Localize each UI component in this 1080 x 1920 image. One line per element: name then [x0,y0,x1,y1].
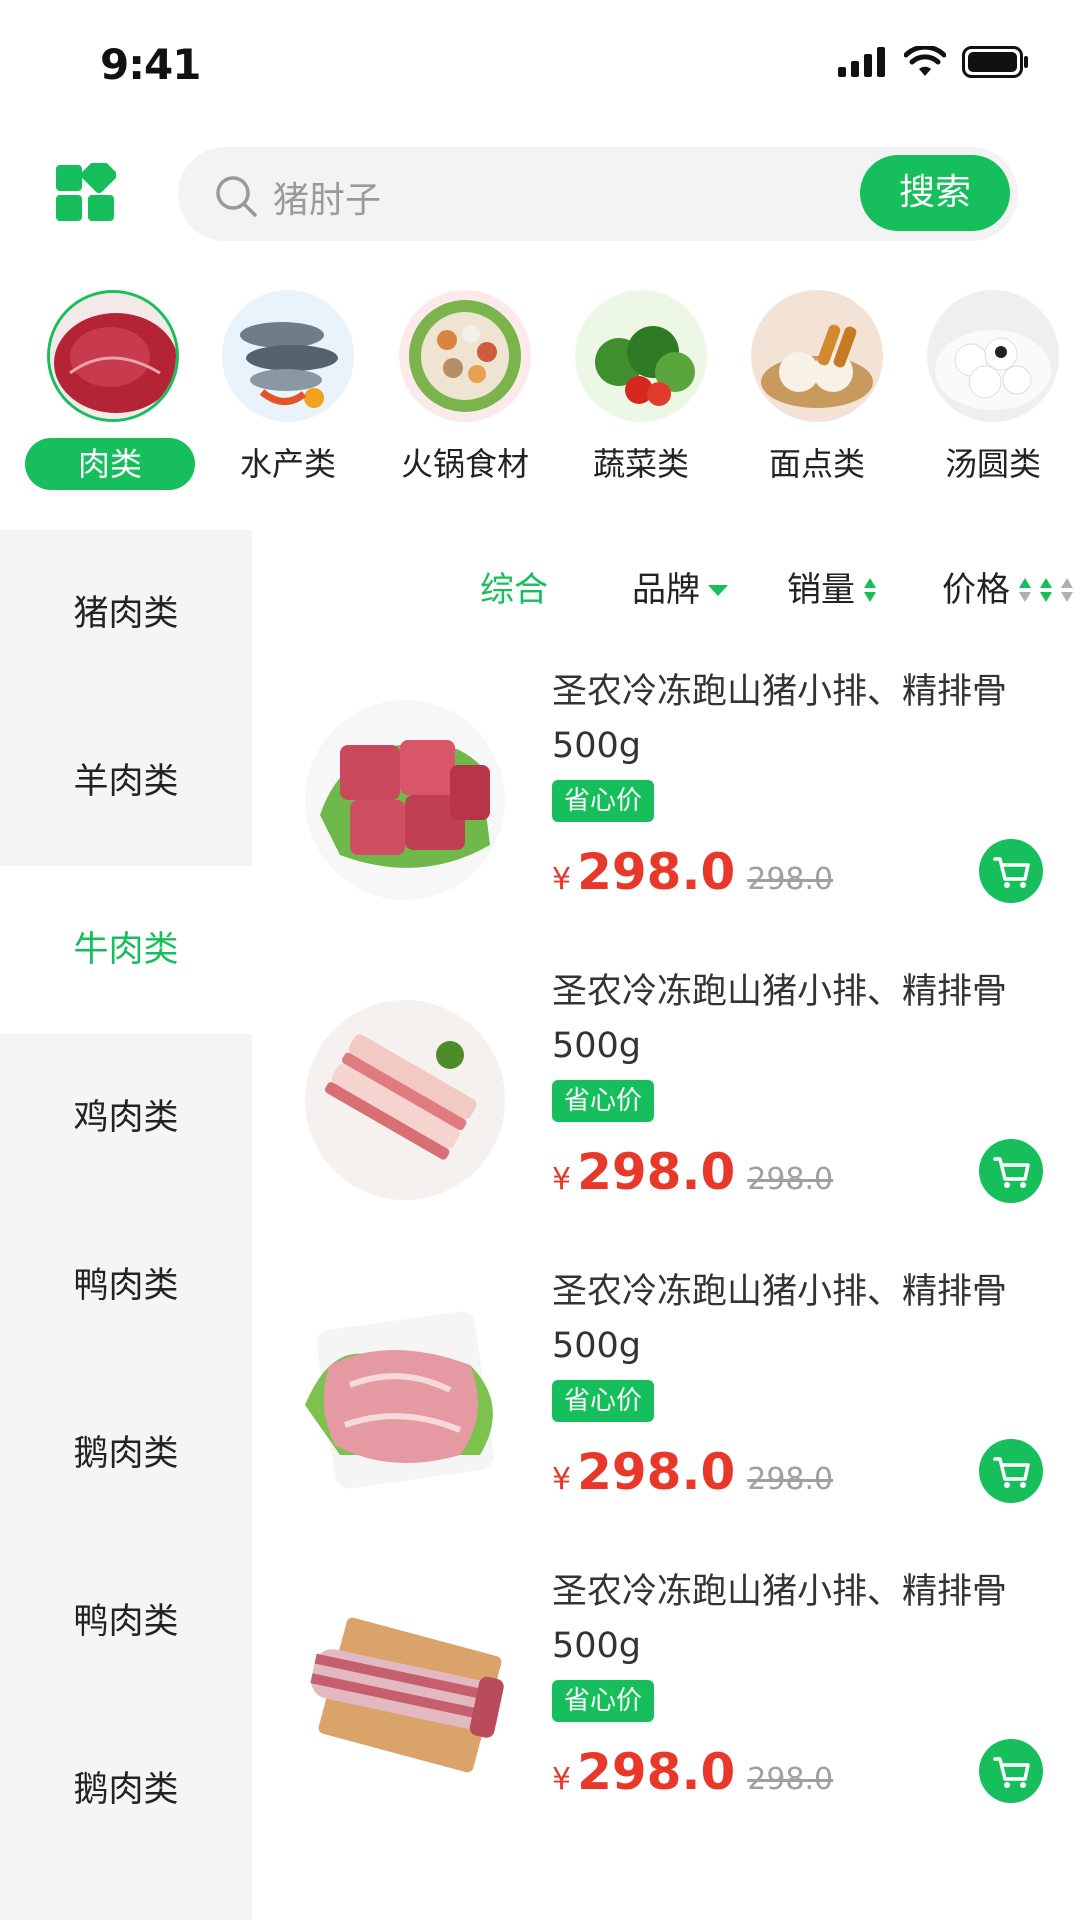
currency-symbol: ¥ [552,1762,572,1797]
filter-bar: 综合 品牌 销量 价格 [252,560,1080,620]
category-item-seafood[interactable]: 水产类 [200,290,376,500]
sort-icon [1019,578,1073,602]
product-title: 圣农冷冻跑山猪小排、精排骨500g [552,1272,1008,1366]
status-time: 9:41 [100,40,201,89]
status-bar: 9:41 [0,0,1080,130]
search-input[interactable]: 猪肘子 [273,171,381,223]
sidebar-item-duck-2[interactable]: 鸭肉类 [0,1538,252,1706]
filter-comprehensive[interactable]: 综合 [480,560,548,620]
filter-price[interactable]: 价格 [942,560,1074,620]
filter-label: 综合 [480,570,548,610]
currency-symbol: ¥ [552,862,572,897]
original-price: 298.0 [747,1762,834,1797]
category-item-vegetables[interactable]: 蔬菜类 [553,290,729,500]
product-tag: 省心价 [552,1080,655,1122]
category-image-seafood [222,290,354,422]
category-item-hotpot[interactable]: 火锅食材 [377,290,553,500]
category-label: 水产类 [239,445,336,483]
filter-brand[interactable]: 品牌 [632,560,728,620]
add-to-cart-button[interactable] [979,1139,1043,1203]
product-card[interactable]: 圣农冷冻跑山猪小排、精排骨500g 省心价 ¥ 298.0 298.0 [252,1565,1080,1865]
sidebar-item-lamb[interactable]: 羊肉类 [0,698,252,866]
sidebar-item-goose-2[interactable]: 鹅肉类 [0,1706,252,1874]
filter-label: 销量 [787,570,855,610]
cart-icon [993,1157,1030,1188]
sidebar-item-duck[interactable]: 鸭肉类 [0,1202,252,1370]
wifi-icon [904,46,946,76]
product-card[interactable]: 圣农冷冻跑山猪小排、精排骨500g 省心价 ¥ 298.0 298.0 [252,665,1080,965]
product-tag: 省心价 [552,1680,655,1722]
cart-icon [993,1457,1030,1488]
product-price: ¥ 298.0 298.0 [552,843,833,901]
category-item-pastry[interactable]: 面点类 [729,290,905,500]
status-icons [838,46,1030,78]
product-title: 圣农冷冻跑山猪小排、精排骨500g [552,672,1008,766]
cart-icon [993,1757,1030,1788]
product-tag: 省心价 [552,780,655,822]
product-card[interactable]: 圣农冷冻跑山猪小排、精排骨500g 省心价 ¥ 298.0 298.0 [252,1265,1080,1565]
original-price: 298.0 [747,1462,834,1497]
signal-icon [838,47,885,77]
add-to-cart-button[interactable] [979,839,1043,903]
category-image-tangyuan [927,290,1059,422]
product-card[interactable]: 圣农冷冻跑山猪小排、精排骨500g 省心价 ¥ 298.0 298.0 [252,965,1080,1265]
search-bar[interactable]: 猪肘子 搜索 [178,147,1018,241]
product-image [300,1595,510,1805]
price-value: 298.0 [577,1143,736,1201]
cart-icon [993,857,1030,888]
sidebar-item-goose[interactable]: 鹅肉类 [0,1370,252,1538]
price-value: 298.0 [577,1743,736,1801]
category-image-pastry [751,290,883,422]
product-tag: 省心价 [552,1380,655,1422]
category-label: 蔬菜类 [592,445,689,483]
original-price: 298.0 [747,1162,834,1197]
category-label: 火锅食材 [400,445,529,483]
category-image-hotpot [399,290,531,422]
product-price: ¥ 298.0 298.0 [552,1443,833,1501]
price-value: 298.0 [577,843,736,901]
currency-symbol: ¥ [552,1162,572,1197]
category-item-meat[interactable]: 肉类 [25,290,201,500]
category-row: 肉类 水产类 火锅食材 蔬菜类 面点类 汤圆类 [0,290,1080,500]
category-image-meat [47,290,179,422]
product-price: ¥ 298.0 298.0 [552,1743,833,1801]
grid-menu-icon [56,156,118,221]
sidebar: 猪肉类 羊肉类 牛肉类 鸡肉类 鸭肉类 鹅肉类 鸭肉类 鹅肉类 [0,530,252,1920]
filter-sales[interactable]: 销量 [787,560,877,620]
filter-label: 价格 [942,570,1010,610]
add-to-cart-button[interactable] [979,1739,1043,1803]
search-button[interactable]: 搜索 [860,155,1010,231]
category-label: 面点类 [768,445,865,483]
search-icon [216,176,257,217]
triangle-down-icon [708,585,728,596]
original-price: 298.0 [747,862,834,897]
category-label: 汤圆类 [944,445,1041,483]
sidebar-item-chicken[interactable]: 鸡肉类 [0,1034,252,1202]
add-to-cart-button[interactable] [979,1439,1043,1503]
product-image [300,695,510,905]
price-value: 298.0 [577,1443,736,1501]
sidebar-item-pork[interactable]: 猪肉类 [0,530,252,698]
grid-menu-button[interactable] [56,156,118,223]
product-title: 圣农冷冻跑山猪小排、精排骨500g [552,972,1008,1066]
category-image-vegetables [575,290,707,422]
product-title: 圣农冷冻跑山猪小排、精排骨500g [552,1572,1008,1666]
currency-symbol: ¥ [552,1462,572,1497]
product-image [300,995,510,1205]
sidebar-item-beef[interactable]: 牛肉类 [0,866,252,1034]
category-label: 肉类 [25,438,195,490]
battery-icon [962,46,1028,78]
sort-icon [864,578,876,602]
filter-label: 品牌 [632,570,700,610]
product-price: ¥ 298.0 298.0 [552,1143,833,1201]
product-image [300,1295,510,1505]
category-item-tangyuan[interactable]: 汤圆类 [905,290,1080,500]
